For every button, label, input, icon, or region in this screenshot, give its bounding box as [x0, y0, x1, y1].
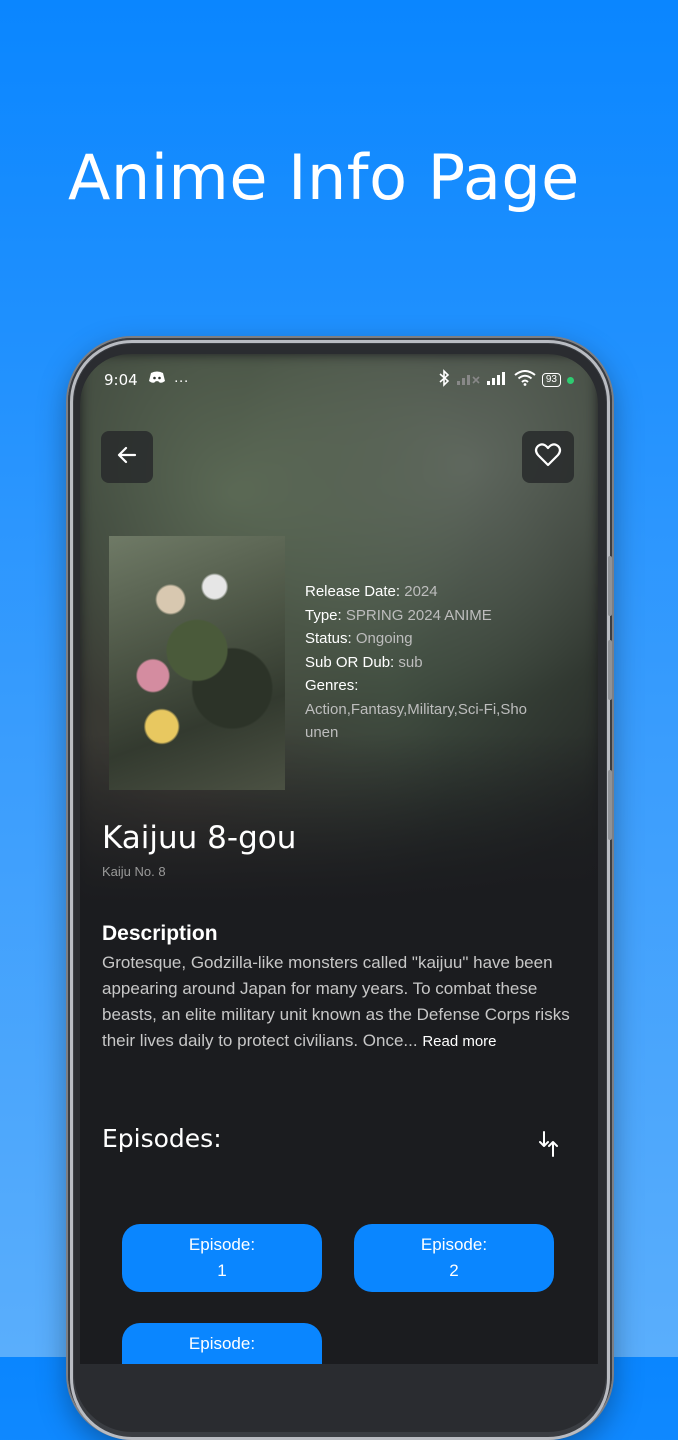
- bluetooth-icon: [438, 369, 450, 391]
- description-heading: Description: [102, 922, 218, 945]
- type-value: SPRING 2024 ANIME: [345, 606, 492, 624]
- app-screen: 9:04 ··· 93 Release Date: 2024 Type: SPR…: [80, 354, 598, 1364]
- type-label: Type:: [305, 606, 342, 624]
- battery-indicator: 93: [541, 373, 561, 387]
- back-button[interactable]: [101, 431, 153, 483]
- discord-icon: [148, 371, 166, 389]
- arrow-left-icon: [115, 443, 139, 472]
- anime-alt-title: Kaiju No. 8: [102, 864, 166, 879]
- signal-off-icon: [456, 371, 480, 389]
- favorite-button[interactable]: [522, 431, 574, 483]
- status-bar: 9:04 ··· 93: [104, 368, 574, 392]
- more-notifications-icon: ···: [173, 371, 189, 389]
- heart-icon: [534, 442, 562, 473]
- status-time: 9:04: [104, 371, 138, 389]
- anime-info: Release Date: 2024 Type: SPRING 2024 ANI…: [305, 580, 535, 745]
- privacy-dot-icon: [567, 376, 574, 384]
- subdub-label: Sub OR Dub:: [305, 653, 395, 671]
- promo-headline: Anime Info Page: [68, 141, 580, 214]
- sort-arrows-icon: [538, 1131, 560, 1162]
- status-label: Status:: [305, 630, 352, 647]
- episode-button-2[interactable]: Episode: 2: [354, 1224, 554, 1292]
- sort-button[interactable]: [538, 1130, 560, 1163]
- episode-number: 1: [217, 1261, 227, 1280]
- subdub-value: sub: [398, 653, 423, 671]
- status-right: 93: [438, 369, 574, 391]
- wifi-icon: [514, 370, 536, 390]
- description-body: Grotesque, Godzilla-like monsters called…: [102, 953, 570, 1050]
- genres-value: Action,Fantasy,Military,Sci-Fi,Shounen: [305, 700, 528, 742]
- anime-poster: [109, 536, 285, 790]
- release-value: 2024: [404, 583, 438, 600]
- anime-title: Kaijuu 8-gou: [102, 820, 297, 856]
- description-text: Grotesque, Godzilla-like monsters called…: [102, 950, 580, 1055]
- episode-label: Episode:: [188, 1334, 256, 1353]
- read-more-link[interactable]: Read more: [422, 1033, 496, 1050]
- episode-label: Episode:: [188, 1235, 256, 1254]
- episodes-heading: Episodes:: [102, 1124, 222, 1153]
- volume-button: [608, 556, 612, 616]
- episode-number: 2: [449, 1261, 459, 1280]
- signal-icon: [486, 371, 508, 389]
- release-label: Release Date:: [305, 583, 401, 600]
- episode-button-1[interactable]: Episode: 1: [122, 1224, 322, 1292]
- volume-button: [608, 640, 612, 700]
- episode-label: Episode:: [420, 1235, 488, 1254]
- genres-label: Genres:: [305, 677, 359, 694]
- episode-button-3[interactable]: Episode:: [122, 1323, 322, 1364]
- status-value: Ongoing: [355, 630, 413, 647]
- power-button: [608, 770, 612, 840]
